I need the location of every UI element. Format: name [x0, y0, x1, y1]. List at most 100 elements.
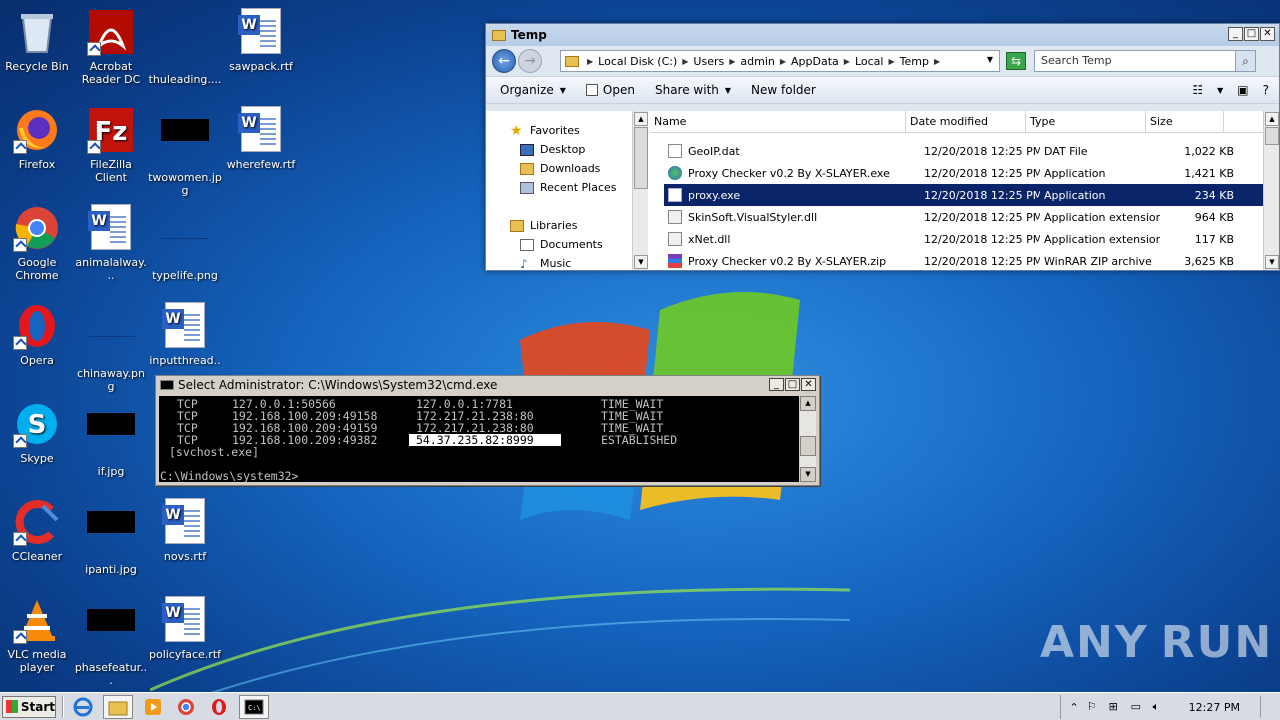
column-header-name[interactable]: Name	[650, 111, 906, 132]
start-button[interactable]: Start	[2, 695, 56, 718]
desktop-icon-skype[interactable]: S Skype	[0, 400, 74, 465]
scroll-down-button[interactable]: ▼	[634, 255, 648, 269]
close-button[interactable]: ✕	[801, 378, 816, 391]
desktop-icon-if[interactable]: if.jpg	[74, 400, 148, 478]
desktop-icon-chrome[interactable]: Google Chrome	[0, 204, 74, 282]
scroll-thumb[interactable]	[634, 127, 648, 189]
nav-item-downloads[interactable]: Downloads	[520, 162, 600, 175]
desktop-icon-vlc[interactable]: VLC media player	[0, 596, 74, 674]
column-header-type[interactable]: Type	[1026, 111, 1146, 132]
share-with-button[interactable]: Share with ▼	[655, 83, 731, 97]
refresh-button[interactable]: ⇆	[1006, 52, 1026, 70]
nav-item-libraries[interactable]: Libraries	[510, 219, 578, 232]
breadcrumb-item[interactable]: Temp	[900, 55, 929, 68]
table-row-selected[interactable]: proxy.exe 12/20/2018 12:25 PM Applicatio…	[664, 184, 1263, 206]
minimize-button[interactable]: _	[1228, 27, 1243, 41]
preview-pane-icon[interactable]: ▣	[1237, 83, 1248, 97]
breadcrumb-item[interactable]: AppData	[791, 55, 839, 68]
file-list-scrollbar[interactable]: ▲ ▼	[1263, 111, 1279, 270]
desktop-icon-ccleaner[interactable]: CCleaner	[0, 498, 74, 563]
desktop-icon-chinaway[interactable]: chinaway.png	[74, 302, 148, 393]
network-icon[interactable]: ⊞	[1109, 700, 1123, 714]
explorer-titlebar[interactable]: Temp	[486, 24, 1279, 46]
open-button[interactable]: Open	[585, 83, 635, 97]
nav-item-recent-places[interactable]: Recent Places	[520, 181, 617, 194]
table-row[interactable]: Proxy Checker v0.2 By X-SLAYER.exe 12/20…	[664, 162, 1263, 184]
desktop-icon-acrobat[interactable]: Acrobat Reader DC	[74, 8, 148, 86]
scroll-up-button[interactable]: ▲	[1265, 112, 1279, 126]
organize-button[interactable]: Organize ▼	[500, 83, 566, 97]
desktop-icon-thuleading[interactable]: thuleading....	[148, 8, 222, 86]
view-options-icon[interactable]: ☷	[1192, 83, 1203, 97]
desktop-icon-inputthread[interactable]: W inputthread....	[148, 302, 222, 380]
desktop-icon-recycle-bin[interactable]: Recycle Bin	[0, 8, 74, 73]
nav-item-favorites[interactable]: ★ Favorites	[510, 124, 580, 138]
scroll-thumb[interactable]	[1265, 127, 1279, 145]
chevron-down-icon[interactable]: ▼	[987, 55, 993, 64]
desktop-icon-sawpack[interactable]: W sawpack.rtf	[224, 8, 298, 73]
cmd-scrollbar[interactable]: ▲ ▼	[800, 396, 816, 482]
search-input[interactable]: Search Temp ⌕	[1034, 50, 1256, 72]
desktop-icon-wherefew[interactable]: W wherefew.rtf	[224, 106, 298, 171]
cmd-window[interactable]: Select Administrator: C:\Windows\System3…	[155, 375, 820, 486]
nav-item-documents[interactable]: Documents	[520, 238, 603, 251]
desktop-icon-filezilla[interactable]: Fz FileZilla Client	[74, 106, 148, 184]
flag-icon[interactable]: ⚐	[1087, 700, 1101, 714]
file-thumbnail	[161, 119, 209, 141]
scroll-up-button[interactable]: ▲	[800, 396, 816, 411]
table-row[interactable]: GeoIP.dat 12/20/2018 12:25 PM DAT File 1…	[664, 140, 1263, 162]
desktop-icon-animalalway[interactable]: W animalalway...	[74, 204, 148, 282]
address-bar[interactable]: ▶ Local Disk (C:) ▶ Users ▶ admin ▶ AppData…	[560, 50, 1000, 72]
opera-taskbar-icon[interactable]	[206, 695, 232, 719]
minimize-button[interactable]: _	[769, 378, 784, 391]
internet-explorer-icon[interactable]	[70, 695, 96, 719]
search-icon[interactable]: ⌕	[1235, 51, 1255, 71]
maximize-button[interactable]: □	[785, 378, 800, 391]
desktop-icon-ipanti[interactable]: ipanti.jpg	[74, 498, 148, 576]
table-row[interactable]: Proxy Checker v0.2 By X-SLAYER.zip 12/20…	[664, 250, 1263, 272]
chrome-taskbar-icon[interactable]	[173, 695, 199, 719]
explorer-window[interactable]: Temp _ □ ✕ ← → ▶ Local Disk (C:) ▶ Users ▶…	[485, 23, 1280, 271]
file-type: Application extension	[1044, 232, 1160, 246]
scroll-thumb[interactable]	[800, 436, 816, 456]
desktop-icon-phasefeatur[interactable]: phasefeatur...	[74, 596, 148, 687]
forward-button[interactable]: →	[518, 49, 542, 73]
desktop-icon-opera[interactable]: Opera	[0, 302, 74, 367]
desktop-icon-firefox[interactable]: Firefox	[0, 106, 74, 171]
display-icon[interactable]: ▭	[1131, 700, 1145, 714]
column-header-size[interactable]: Size	[1146, 111, 1224, 132]
scroll-up-button[interactable]: ▲	[634, 112, 648, 126]
table-row[interactable]: SkinSoft.VisualStyler.dll 12/20/2018 12:…	[664, 206, 1263, 228]
breadcrumb-item[interactable]: Local	[855, 55, 884, 68]
scroll-down-button[interactable]: ▼	[1265, 255, 1279, 269]
desktop-icon-twowomen[interactable]: twowomen.jpg	[148, 106, 222, 197]
breadcrumb-item[interactable]: Users	[693, 55, 724, 68]
media-player-icon[interactable]	[140, 695, 166, 719]
volume-icon[interactable]: 🔈︎	[1153, 700, 1167, 714]
desktop-icon-policyface[interactable]: W policyface.rtf	[148, 596, 222, 661]
explorer-taskbar-icon[interactable]	[103, 694, 133, 719]
show-hidden-icons-icon[interactable]: ⌃	[1069, 701, 1078, 714]
clock[interactable]: 12:27 PM	[1189, 701, 1240, 714]
help-icon[interactable]: ?	[1263, 83, 1269, 97]
new-folder-button[interactable]: New folder	[751, 83, 816, 97]
cmd-taskbar-icon[interactable]: C:\	[239, 694, 269, 719]
column-header-date[interactable]: Date modified	[906, 111, 1026, 132]
nav-item-music[interactable]: ♪ Music	[520, 257, 571, 270]
desktop-icon-typelife[interactable]: typelife.png	[148, 204, 222, 282]
cmd-titlebar[interactable]: Select Administrator: C:\Windows\System3…	[156, 376, 819, 394]
chevron-down-icon[interactable]: ▼	[1217, 86, 1223, 95]
nav-item-desktop[interactable]: Desktop	[520, 143, 585, 156]
maximize-button[interactable]: □	[1244, 27, 1259, 41]
desktop-icon-novs[interactable]: W novs.rtf	[148, 498, 222, 563]
file-name: xNet.dll	[688, 232, 731, 246]
close-button[interactable]: ✕	[1260, 27, 1275, 41]
breadcrumb-item[interactable]: Local Disk (C:)	[598, 55, 677, 68]
nav-scrollbar[interactable]: ▲ ▼	[632, 111, 648, 270]
scroll-down-button[interactable]: ▼	[800, 467, 816, 482]
table-row[interactable]: xNet.dll 12/20/2018 12:25 PM Application…	[664, 228, 1263, 250]
show-desktop-button[interactable]	[1260, 696, 1270, 718]
back-button[interactable]: ←	[492, 49, 516, 73]
console-output[interactable]: TCP 127.0.0.1:50566 127.0.0.1:7781 TIME_WAI…	[159, 396, 799, 482]
breadcrumb-item[interactable]: admin	[740, 55, 774, 68]
